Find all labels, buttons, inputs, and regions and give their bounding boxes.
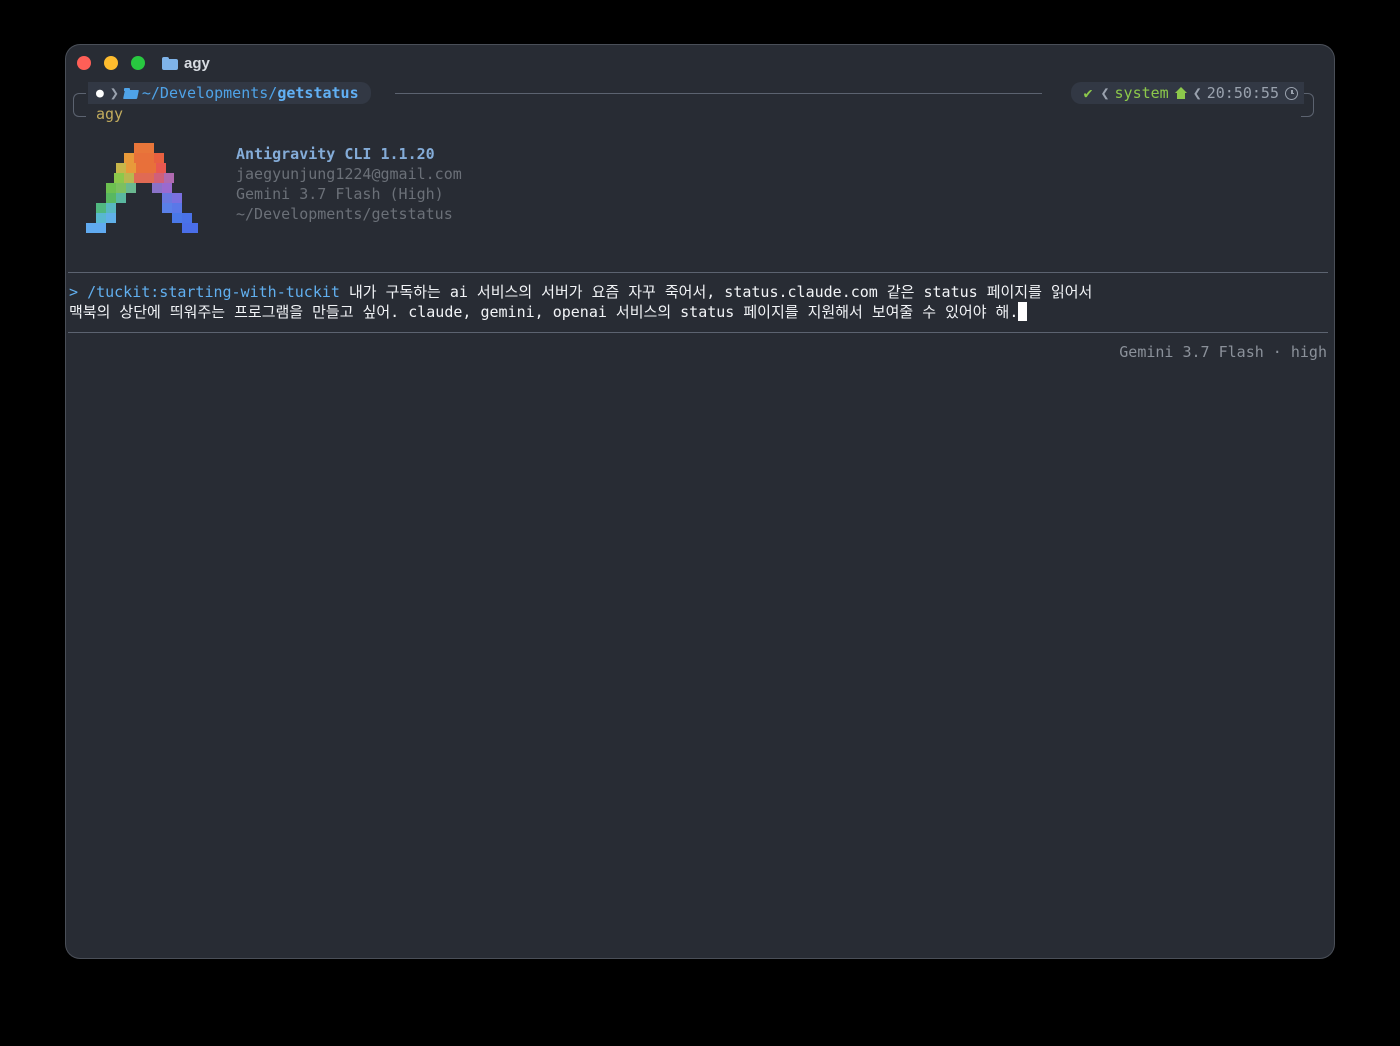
model-status: Gemini 3.7 Flash · high xyxy=(1119,343,1327,361)
input-bottom-divider xyxy=(68,332,1328,333)
chevron-right-icon: ❯ xyxy=(109,84,119,102)
antigravity-logo-icon xyxy=(86,143,198,233)
clock-icon xyxy=(1285,86,1298,100)
model-name: Gemini 3.7 Flash (High) xyxy=(236,185,444,203)
prompt-frame-line xyxy=(395,93,1042,94)
open-folder-icon xyxy=(123,87,139,99)
folder-icon xyxy=(162,56,178,70)
text-cursor xyxy=(1018,302,1028,321)
prompt-status-segment: ✔ ❮ system ❮ 20:50:55 xyxy=(1071,82,1304,104)
account-email: jaegyunjung1224@gmail.com xyxy=(236,165,462,183)
input-line-1: > /tuckit:starting-with-tuckit 내가 구독하는 a… xyxy=(69,282,1092,302)
window-title: agy xyxy=(162,53,210,73)
prompt-input[interactable]: > /tuckit:starting-with-tuckit 내가 구독하는 a… xyxy=(69,282,1092,322)
chevron-left-icon: ❮ xyxy=(1192,84,1202,102)
close-window-button[interactable] xyxy=(77,56,91,70)
title-bar: agy xyxy=(66,45,1334,81)
path-current: getstatus xyxy=(277,84,359,102)
home-icon xyxy=(1174,87,1187,99)
command-echo: agy xyxy=(96,105,124,123)
input-text-line-1: 내가 구독하는 ai 서비스의 서버가 요즘 자꾸 죽어서, status.cl… xyxy=(348,283,1093,301)
input-text-line-2: 맥북의 상단에 띄워주는 프로그램을 만들고 싶어. claude, gemin… xyxy=(69,303,1019,321)
working-directory: ~/Developments/getstatus xyxy=(236,205,453,223)
check-icon: ✔ xyxy=(1083,84,1093,102)
path-prefix: ~/Developments/ xyxy=(141,84,278,102)
prompt-frame-left xyxy=(73,93,86,117)
input-line-2: 맥북의 상단에 띄워주는 프로그램을 만들고 싶어. claude, gemin… xyxy=(69,302,1092,322)
prompt-path-segment: ● ❯ ~/Developments/getstatus xyxy=(88,82,371,104)
window-title-text: agy xyxy=(184,54,210,72)
clock-time: 20:50:55 xyxy=(1206,84,1279,102)
banner-info: Antigravity CLI 1.1.20 jaegyunjung1224@g… xyxy=(236,144,462,224)
maximize-window-button[interactable] xyxy=(131,56,145,70)
prompt-marker: > xyxy=(69,283,79,301)
input-top-divider xyxy=(68,272,1328,273)
apple-icon: ● xyxy=(96,85,104,101)
terminal-window: agy ● ❯ ~/Developments/getstatus ✔ ❮ sys… xyxy=(66,45,1334,958)
slash-command: /tuckit:starting-with-tuckit xyxy=(87,283,340,301)
minimize-window-button[interactable] xyxy=(104,56,118,70)
env-label: system xyxy=(1114,84,1169,102)
app-name: Antigravity CLI 1.1.20 xyxy=(236,145,435,163)
chevron-left-icon: ❮ xyxy=(1100,84,1110,102)
